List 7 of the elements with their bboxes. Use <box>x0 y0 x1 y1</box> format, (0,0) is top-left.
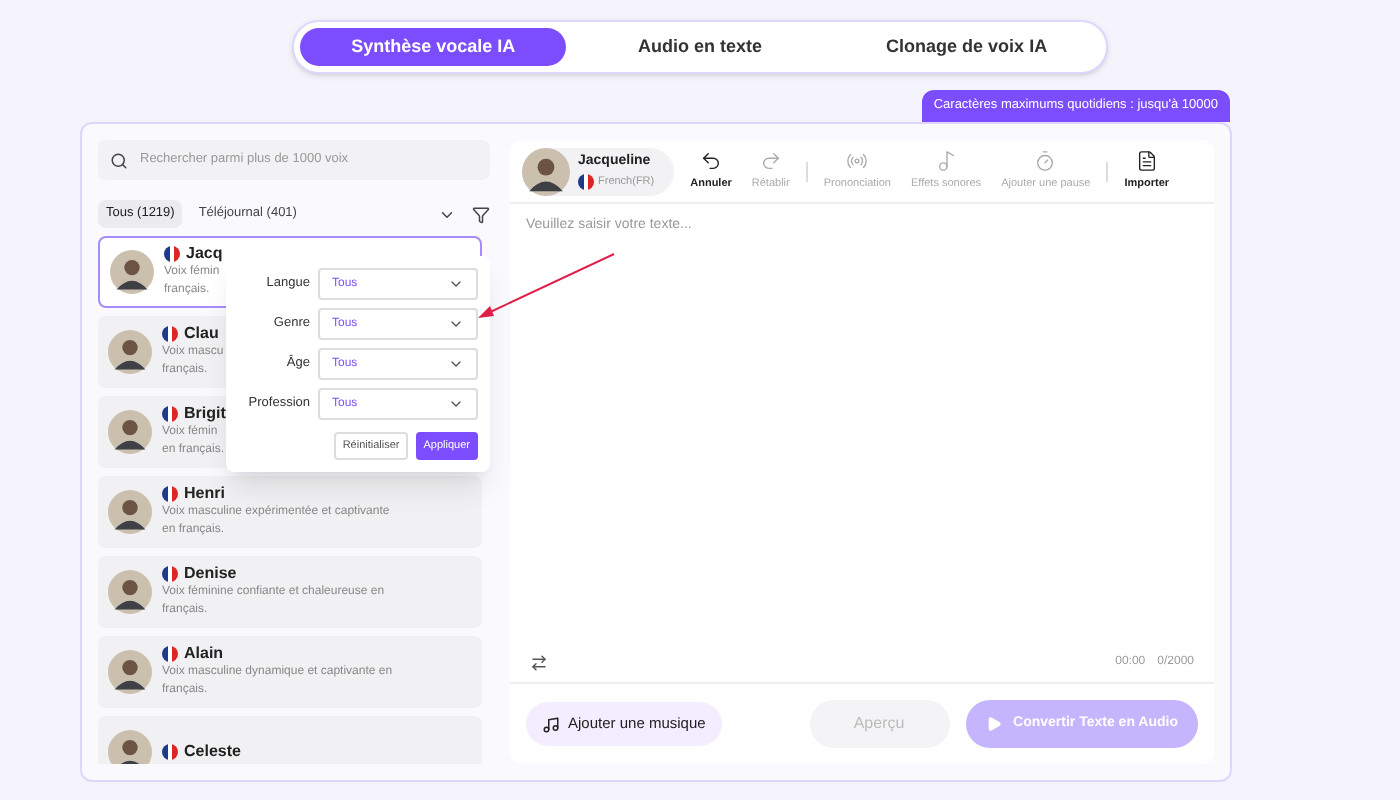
voice-name: Celeste <box>184 742 241 762</box>
voice-name: Jacq <box>186 244 223 264</box>
voice-name: Brigit <box>184 404 226 424</box>
voice-name: Clau <box>184 324 219 344</box>
voice-name: Henri <box>184 484 225 504</box>
voice-name: Alain <box>184 644 224 664</box>
voice-name: Denise <box>184 564 237 584</box>
